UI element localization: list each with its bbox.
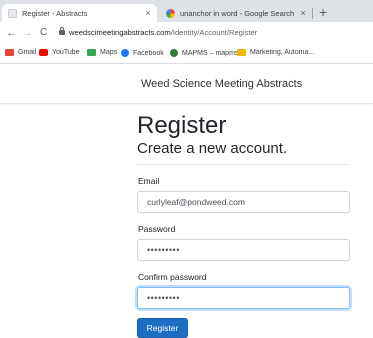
email-label: Email bbox=[138, 176, 160, 186]
gmail-icon bbox=[5, 49, 14, 56]
tab-close-icon[interactable]: × bbox=[143, 8, 153, 18]
register-button[interactable]: Register bbox=[137, 318, 188, 338]
email-field[interactable]: curlyleaf@pondweed.com bbox=[137, 191, 350, 213]
bookmark-label: YouTube bbox=[52, 49, 80, 56]
new-tab-button[interactable]: + bbox=[319, 4, 327, 20]
facebook-icon bbox=[121, 49, 129, 57]
bookmark-youtube[interactable]: YouTube bbox=[39, 49, 80, 56]
bookmark-label: Facebook bbox=[133, 49, 164, 57]
back-arrow-icon[interactable]: ← bbox=[6, 25, 17, 41]
marketing-icon bbox=[237, 49, 246, 56]
bookmarks-bar: Gmail YouTube Maps Facebook MAPMS – mapm… bbox=[0, 44, 373, 64]
confirm-password-field[interactable]: ••••••••• bbox=[137, 287, 350, 309]
bookmark-maps[interactable]: Maps bbox=[87, 49, 117, 56]
form-subtitle: Create a new account. bbox=[137, 140, 288, 157]
password-field[interactable]: ••••••••• bbox=[137, 239, 350, 261]
tab-title: unanchor in word - Google Search bbox=[180, 8, 295, 18]
google-icon bbox=[166, 8, 175, 18]
browser-tab-strip: Register - Abstracts × unanchor in word … bbox=[0, 0, 373, 22]
bookmark-label: MAPMS – mapms bbox=[182, 49, 239, 57]
bookmark-mapms[interactable]: MAPMS – mapms bbox=[170, 49, 238, 57]
bookmark-label: Gmail bbox=[18, 49, 37, 56]
tab-close-icon[interactable]: × bbox=[298, 8, 308, 18]
page-favicon-icon bbox=[8, 8, 17, 18]
tab-separator bbox=[312, 8, 313, 19]
site-brand-link[interactable]: Weed Science Meeting Abstracts bbox=[141, 78, 302, 90]
tab-title: Register - Abstracts bbox=[22, 8, 88, 18]
password-label: Password bbox=[138, 224, 176, 234]
divider bbox=[137, 164, 350, 165]
bookmark-marketing[interactable]: Marketing, Automa... bbox=[237, 49, 314, 56]
bookmark-facebook[interactable]: Facebook bbox=[121, 49, 164, 57]
forward-arrow-icon[interactable]: → bbox=[22, 25, 33, 41]
maps-icon bbox=[87, 49, 96, 56]
bookmark-gmail[interactable]: Gmail bbox=[5, 49, 36, 56]
bookmark-label: Maps bbox=[100, 49, 118, 56]
bookmark-label: Marketing, Automa... bbox=[250, 49, 315, 56]
browser-toolbar: ← → C weedscimeetingabstracts.com/Identi… bbox=[0, 22, 373, 44]
url-path: /Identity/Account/Register bbox=[170, 28, 258, 37]
youtube-icon bbox=[39, 49, 48, 56]
site-navbar: Weed Science Meeting Abstracts bbox=[0, 64, 373, 104]
tab-google-search[interactable]: unanchor in word - Google Search × bbox=[160, 4, 312, 22]
mapms-icon bbox=[170, 49, 178, 57]
address-bar[interactable]: weedscimeetingabstracts.com/Identity/Acc… bbox=[69, 28, 257, 37]
reload-icon[interactable]: C bbox=[40, 25, 47, 41]
tab-register[interactable]: Register - Abstracts × bbox=[2, 4, 157, 22]
page-title: Register bbox=[137, 112, 227, 139]
lock-icon[interactable] bbox=[59, 27, 65, 35]
url-host: weedscimeetingabstracts.com bbox=[69, 28, 171, 37]
confirm-password-label: Confirm password bbox=[138, 272, 207, 282]
